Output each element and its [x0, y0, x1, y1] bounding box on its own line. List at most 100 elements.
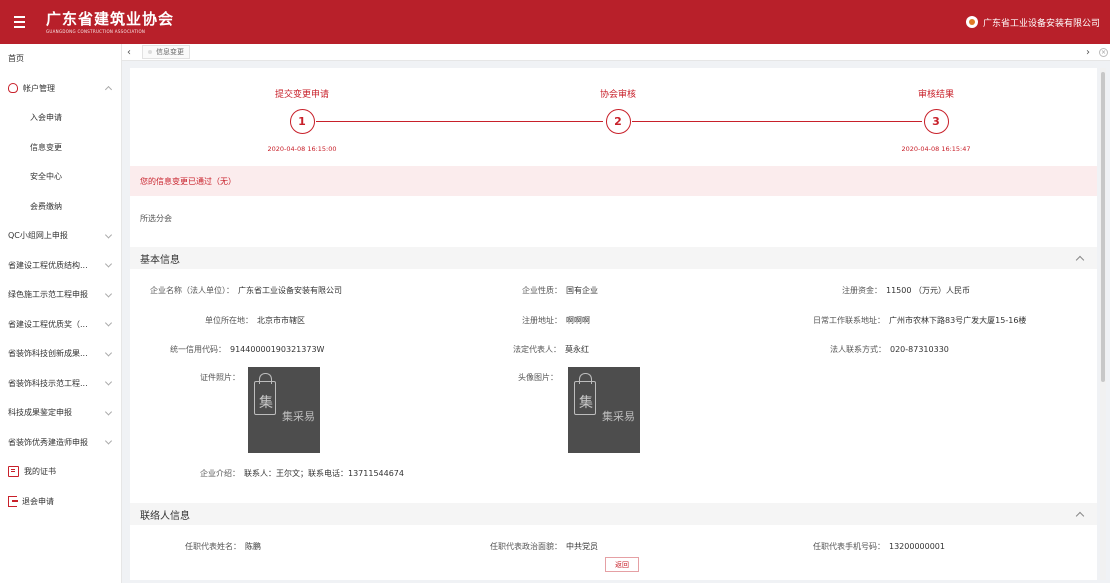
return-button[interactable]: 返回	[605, 557, 639, 572]
section-contact-info[interactable]: 联络人信息	[130, 503, 1097, 525]
company-name: 广东省工业设备安装有限公司	[982, 18, 1100, 29]
field-legal-contact: 法人联系方式： 020-87310330	[830, 344, 949, 355]
field-label: 企业介绍：	[200, 469, 240, 478]
sidebar-item-certificates[interactable]: 我的证书	[0, 457, 121, 487]
step-3-time: 2020-04-08 16:15:47	[901, 145, 971, 153]
user-icon	[8, 83, 18, 94]
sidebar-item-quality-award[interactable]: 省建设工程优质奖（...	[0, 310, 121, 340]
chevron-down-icon	[104, 408, 113, 416]
scrollbar-thumb[interactable]	[1101, 72, 1105, 382]
main-content: 提交变更申请 协会审核 审核结果 1 2 3 2020-04-08 16:15:…	[130, 68, 1097, 580]
field-value: 陈鹏	[245, 542, 261, 551]
sidebar-item-fees[interactable]: 会费缴纳	[0, 192, 121, 222]
sidebar-item-innovation[interactable]: 省装饰科技创新成果...	[0, 339, 121, 369]
field-label: 任职代表姓名：	[185, 542, 241, 551]
field-value: 020-87310330	[890, 345, 949, 354]
field-office-address: 日常工作联系地址： 广州市农林下路83号广发大厦15-16楼	[813, 315, 1026, 326]
chevron-up-icon[interactable]	[1075, 511, 1085, 520]
watermark-text: 集采易	[282, 410, 315, 423]
step-3-circle: 3	[923, 109, 949, 134]
step-connector	[316, 121, 603, 122]
chevron-down-icon	[104, 231, 113, 239]
field-rep-name: 任职代表姓名： 陈鹏	[185, 541, 261, 552]
field-label: 头像图片：	[518, 373, 558, 382]
sidebar-item-withdraw[interactable]: 退会申请	[0, 487, 121, 517]
sidebar-item-label: 省装饰科技创新成果...	[8, 349, 88, 359]
chevron-down-icon	[104, 290, 113, 298]
tab-dot-icon	[148, 50, 152, 54]
field-label: 证件照片：	[200, 373, 240, 382]
field-label: 法人联系方式：	[830, 345, 886, 354]
sidebar-item-label: 省装饰科技示范工程...	[8, 378, 88, 388]
tab-controls: › ×	[1081, 47, 1108, 58]
field-value: 11500 （万元）人民币	[886, 286, 970, 295]
sidebar-item-label: 首页	[8, 54, 24, 64]
bag-icon: 集	[254, 373, 276, 415]
field-reg-address: 注册地址： 啊啊啊	[522, 315, 590, 326]
brand-logo[interactable]: 广东省建筑业协会 GUANGDONG CONSTRUCTION ASSOCIAT…	[46, 9, 175, 34]
field-value: 国有企业	[566, 286, 598, 295]
tab-scroll-left-icon[interactable]: ‹	[122, 47, 136, 58]
sidebar-item-label: 科技成果鉴定申报	[8, 408, 72, 418]
chevron-down-icon	[104, 260, 113, 268]
step-3-title: 审核结果	[917, 90, 955, 100]
field-credit-code: 统一信用代码： 91440000190321373W	[170, 344, 324, 355]
sidebar-item-appraisal[interactable]: 科技成果鉴定申报	[0, 398, 121, 428]
sidebar-item-label: 省装饰优秀建造师申报	[8, 437, 88, 447]
step-1-title: 提交变更申请	[274, 90, 330, 100]
sidebar-item-info-change[interactable]: 信息变更	[0, 133, 121, 163]
user-menu[interactable]: 广东省工业设备安装有限公司	[965, 16, 1100, 29]
field-label: 注册资金：	[842, 286, 882, 295]
head-photo-image[interactable]: 集 集采易	[568, 367, 640, 453]
sidebar-item-account[interactable]: 帐户管理	[0, 74, 121, 104]
sidebar-item-label: 安全中心	[30, 172, 62, 182]
watermark-char: 集	[259, 395, 273, 411]
field-rep-phone: 任职代表手机号码： 13200000001	[813, 541, 945, 552]
field-cert-photo-label: 证件照片：	[200, 372, 240, 383]
step-1-time: 2020-04-08 16:15:00	[267, 145, 337, 153]
section-basic-info[interactable]: 基本信息	[130, 247, 1097, 269]
branch-label: 所选分会	[140, 214, 172, 223]
field-intro: 企业介绍： 联系人：王尔文；联系电话：13711544674	[200, 468, 404, 479]
field-rep-politics: 任职代表政治面貌： 中共党员	[490, 541, 598, 552]
tab-scroll-right-icon[interactable]: ›	[1081, 47, 1095, 58]
chevron-up-icon[interactable]	[1075, 255, 1085, 264]
bag-icon: 集	[574, 373, 596, 415]
sidebar-item-security[interactable]: 安全中心	[0, 162, 121, 192]
sidebar-item-builder[interactable]: 省装饰优秀建造师申报	[0, 428, 121, 458]
certificate-icon	[8, 466, 19, 478]
field-label: 注册地址：	[522, 316, 562, 325]
tab-label: 信息变更	[156, 48, 184, 56]
sidebar-item-qc[interactable]: QC小组网上申报	[0, 221, 121, 251]
sidebar-item-label: 绿色施工示范工程申报	[8, 290, 88, 300]
sidebar-item-label: 我的证书	[24, 467, 56, 477]
field-label: 统一信用代码：	[170, 345, 226, 354]
chevron-down-icon	[104, 437, 113, 445]
cert-photo-image[interactable]: 集 集采易	[248, 367, 320, 453]
brand-title: 广东省建筑业协会	[46, 9, 175, 28]
step-2-circle: 2	[605, 109, 631, 134]
chevron-up-icon	[104, 86, 113, 94]
sidebar-item-home[interactable]: 首页	[0, 44, 121, 74]
sidebar-item-quality-structure[interactable]: 省建设工程优质结构...	[0, 251, 121, 281]
progress-steps: 提交变更申请 协会审核 审核结果 1 2 3 2020-04-08 16:15:…	[130, 68, 1097, 164]
tab-info-change[interactable]: 信息变更	[142, 45, 190, 59]
field-head-photo-label: 头像图片：	[518, 372, 558, 383]
field-label: 任职代表手机号码：	[813, 542, 885, 551]
sidebar-item-join[interactable]: 入会申请	[0, 103, 121, 133]
menu-toggle-icon[interactable]	[8, 12, 30, 32]
sidebar-item-label: 信息变更	[30, 142, 62, 152]
sidebar-item-label: 省建设工程优质结构...	[8, 260, 88, 270]
sidebar-item-green-construction[interactable]: 绿色施工示范工程申报	[0, 280, 121, 310]
scrollbar[interactable]	[1100, 68, 1106, 580]
sidebar-item-demo-project[interactable]: 省装饰科技示范工程...	[0, 369, 121, 399]
close-tabs-icon[interactable]: ×	[1099, 47, 1108, 57]
field-value: 91440000190321373W	[230, 345, 325, 354]
sidebar-item-label: 帐户管理	[23, 83, 55, 93]
field-label: 法定代表人：	[513, 345, 561, 354]
field-value: 啊啊啊	[566, 316, 590, 325]
field-value: 中共党员	[566, 542, 598, 551]
sidebar-item-label: 省建设工程优质奖（...	[8, 319, 88, 329]
field-value: 北京市市辖区	[257, 316, 305, 325]
section-title: 基本信息	[140, 254, 180, 266]
